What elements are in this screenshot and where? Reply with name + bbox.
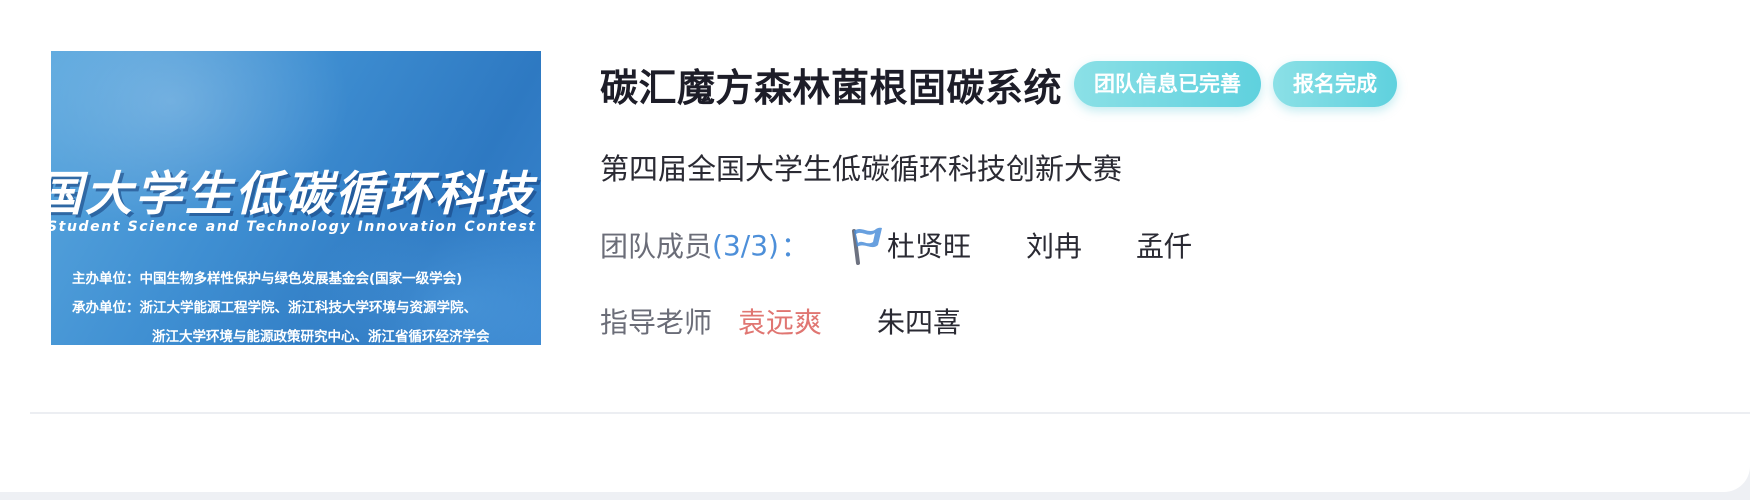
- advisor-primary: 袁远爽: [738, 306, 823, 339]
- advisor-secondary: 朱四喜: [877, 306, 962, 339]
- team-members-count: (3/3): [712, 228, 779, 262]
- advisors-label: 指导老师: [600, 306, 713, 339]
- project-title-row: 碳汇魔方森林菌根固碳系统 团队信息已完善 报名完成: [600, 57, 1398, 112]
- card-divider: [30, 412, 1750, 414]
- team-member: 孟仟: [1135, 230, 1192, 263]
- status-badge-team-info: 团队信息已完善: [1074, 61, 1262, 107]
- banner-title: 国大学生低碳循环科技: [51, 167, 535, 222]
- team-members-label: 团队成员: [600, 230, 713, 263]
- competition-name: 第四届全国大学生低碳循环科技创新大赛: [600, 152, 1123, 186]
- team-members-row: 团队成员 (3/3) ： 杜贤旺 刘冉 孟仟: [600, 222, 1192, 268]
- project-card: 国大学生低碳循环科技 Student Science and Technolog…: [0, 0, 1750, 492]
- competition-banner-image[interactable]: 国大学生低碳循环科技 Student Science and Technolog…: [51, 51, 541, 345]
- status-badge-registration: 报名完成: [1273, 61, 1398, 107]
- flag-icon: [845, 225, 887, 265]
- banner-organizer: 主办单位：中国生物多样性保护与绿色发展基金会(国家一级学会): [72, 271, 463, 287]
- project-title[interactable]: 碳汇魔方森林菌根固碳系统: [600, 57, 1062, 112]
- advisors-row: 指导老师 袁远爽 朱四喜: [600, 298, 961, 344]
- team-member: 刘冉: [1025, 230, 1082, 263]
- banner-subtitle: Student Science and Technology Innovatio…: [51, 219, 541, 235]
- team-members-colon: ：: [780, 230, 809, 263]
- team-member-leader: 杜贤旺: [886, 230, 971, 263]
- banner-host: 承办单位：浙江大学能源工程学院、浙江科技大学环境与资源学院、: [72, 300, 477, 316]
- banner-host-continued: 浙江大学环境与能源政策研究中心、浙江省循环经济学会: [152, 329, 490, 345]
